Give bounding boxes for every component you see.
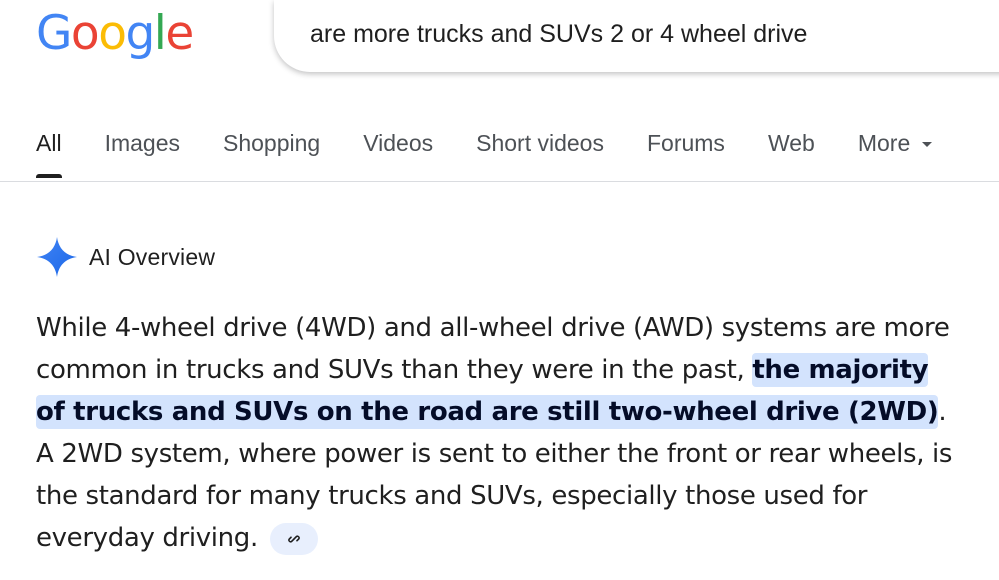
- tab-label: Forums: [646, 130, 725, 156]
- logo-letter: l: [153, 6, 167, 61]
- search-input[interactable]: [310, 0, 999, 68]
- logo-letter: g: [125, 6, 155, 61]
- ai-overview-title: AI Overview: [89, 243, 216, 270]
- tab-label: Short videos: [476, 130, 604, 156]
- chevron-down-icon: [922, 141, 933, 147]
- tab-videos[interactable]: Videos: [363, 126, 433, 160]
- tab-label: More: [857, 130, 911, 156]
- logo-letter: G: [36, 6, 72, 61]
- tab-images[interactable]: Images: [105, 126, 180, 160]
- tab-label: Images: [104, 130, 180, 156]
- tab-forums[interactable]: Forums: [647, 126, 725, 160]
- tab-all[interactable]: All: [36, 126, 62, 178]
- logo-letter: o: [70, 6, 100, 61]
- tab-more[interactable]: More: [857, 126, 933, 160]
- tabs-divider: [0, 181, 999, 182]
- sparkle-icon: [37, 237, 77, 277]
- search-box[interactable]: [274, 0, 999, 72]
- link-icon: [287, 535, 300, 542]
- logo-letter: e: [165, 6, 194, 61]
- tab-short-videos[interactable]: Short videos: [476, 126, 604, 160]
- tab-web[interactable]: Web: [768, 126, 815, 160]
- google-logo[interactable]: Google: [36, 6, 194, 62]
- source-link-button[interactable]: [269, 522, 318, 555]
- search-tabs: All Images Shopping Videos Short videos …: [36, 126, 975, 182]
- tab-label: Web: [767, 130, 815, 156]
- tab-shopping[interactable]: Shopping: [223, 126, 320, 160]
- search-results-page: Google All Images Shopping Videos Short …: [0, 0, 999, 580]
- tab-label: Videos: [363, 130, 434, 156]
- tab-label: All: [36, 130, 62, 156]
- tab-label: Shopping: [223, 130, 321, 156]
- ai-overview-header: AI Overview: [36, 236, 215, 278]
- logo-letter: o: [98, 6, 127, 61]
- ai-overview-text: While 4-wheel drive (4WD) and all-wheel …: [36, 307, 956, 559]
